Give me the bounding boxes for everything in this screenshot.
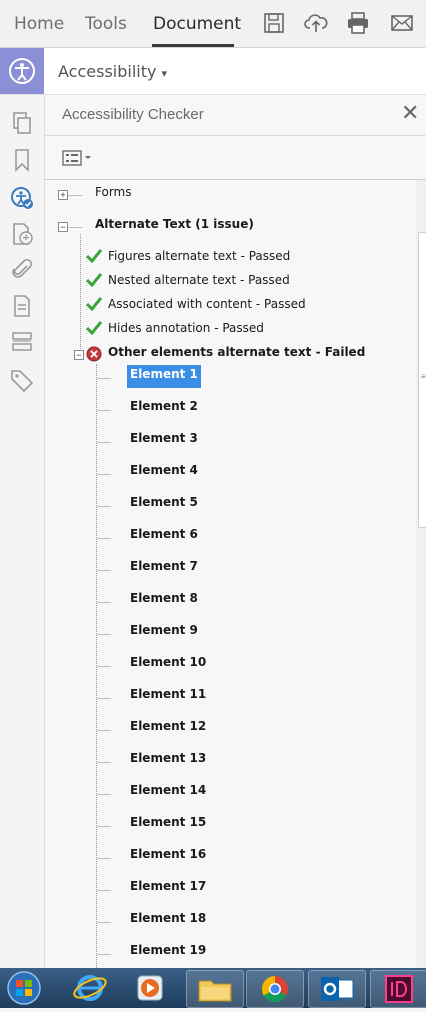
- chrome-icon: [261, 975, 288, 1003]
- cloud-upload-icon[interactable]: [304, 11, 328, 35]
- tree-connector: [97, 922, 111, 923]
- tree-connector: [97, 634, 111, 635]
- check-figures-alt-text[interactable]: Figures alternate text - Passed: [108, 249, 290, 263]
- tree-connector: [97, 954, 111, 955]
- tree-node-element[interactable]: Element 15: [127, 813, 209, 831]
- media-player-icon: [137, 975, 163, 1001]
- options-menu-button[interactable]: [62, 149, 94, 167]
- mail-icon[interactable]: [390, 11, 414, 35]
- check-nested-alt-text[interactable]: Nested alternate text - Passed: [108, 273, 290, 287]
- active-tab-underline: [152, 44, 234, 47]
- scroll-grip-icon: ≡: [421, 372, 426, 381]
- indesign-button[interactable]: [370, 970, 426, 1008]
- tree-node-element[interactable]: Element 5: [127, 493, 201, 511]
- tree-connector: [97, 378, 111, 379]
- tree-node-element[interactable]: Element 14: [127, 781, 209, 799]
- save-icon[interactable]: [262, 11, 286, 35]
- tree-connector: [97, 730, 111, 731]
- internet-explorer-button[interactable]: [64, 970, 120, 1006]
- tree-connector: [97, 826, 111, 827]
- tree-connector: [97, 666, 111, 667]
- tags-icon[interactable]: [9, 367, 35, 393]
- tree-node-element[interactable]: Element 18: [127, 909, 209, 927]
- tree-node-element[interactable]: Element 7: [127, 557, 201, 575]
- accessibility-icon: [9, 58, 35, 84]
- pages-icon[interactable]: [9, 110, 35, 136]
- tree-connector: [97, 602, 111, 603]
- check-passed-icon: [86, 297, 102, 311]
- page-properties-icon[interactable]: [9, 293, 35, 319]
- print-icon[interactable]: [346, 11, 370, 35]
- file-explorer-icon: [198, 980, 232, 1002]
- panel-title-dropdown[interactable]: Accessibility ▾: [58, 62, 167, 81]
- tree-connector: [97, 410, 111, 411]
- check-passed-icon: [86, 321, 102, 335]
- chevron-down-icon: ▾: [161, 67, 168, 80]
- tree-connector: [97, 698, 111, 699]
- internet-explorer-icon: [73, 975, 107, 1001]
- tree-node-element[interactable]: Element 9: [127, 621, 201, 639]
- tree-connector: [97, 570, 111, 571]
- start-button[interactable]: [4, 970, 44, 1006]
- tree-node-element[interactable]: Element 17: [127, 877, 209, 895]
- tree-node-element[interactable]: Element 10: [127, 653, 209, 671]
- options-menu-icon: [62, 150, 91, 166]
- tree-connector: [97, 538, 111, 539]
- tree-node-element[interactable]: Element 11: [127, 685, 209, 703]
- indesign-icon: [385, 975, 413, 1003]
- tree-node-element[interactable]: Element 4: [127, 461, 201, 479]
- tree-node-forms[interactable]: Forms: [95, 185, 131, 199]
- check-associated-content[interactable]: Associated with content - Passed: [108, 297, 306, 311]
- checker-toolbar: [45, 136, 426, 180]
- tree-node-alternate-text[interactable]: Alternate Text (1 issue): [95, 217, 254, 231]
- outlook-button[interactable]: [308, 970, 366, 1008]
- attachment-icon[interactable]: [9, 257, 35, 283]
- check-passed-icon: [86, 273, 102, 287]
- accessibility-tool-button[interactable]: [0, 48, 44, 94]
- checker-title: Accessibility Checker: [62, 106, 204, 123]
- tab-document[interactable]: Document: [153, 14, 241, 34]
- expand-forms-button[interactable]: +: [58, 190, 68, 200]
- accessibility-check-icon[interactable]: [9, 185, 35, 211]
- check-other-elements-alt-text[interactable]: Other elements alternate text - Failed: [108, 345, 365, 359]
- file-explorer-button[interactable]: [186, 970, 244, 1008]
- panel-title-label: Accessibility: [58, 62, 157, 81]
- tab-tools[interactable]: Tools: [85, 14, 127, 34]
- tree-connector: [97, 506, 111, 507]
- content-icon[interactable]: [9, 329, 35, 355]
- chrome-button[interactable]: [246, 970, 304, 1008]
- collapse-alt-text-button[interactable]: −: [58, 222, 68, 232]
- tree-node-element[interactable]: Element 16: [127, 845, 209, 863]
- tree-node-element[interactable]: Element 12: [127, 717, 209, 735]
- tree-connector: [97, 794, 111, 795]
- tree-connector: [97, 762, 111, 763]
- tree-node-element[interactable]: Element 3: [127, 429, 201, 447]
- media-player-button[interactable]: [124, 970, 180, 1006]
- accessibility-tree: + Forms − Alternate Text (1 issue) Figur…: [45, 180, 416, 968]
- tree-node-element[interactable]: Element 2: [127, 397, 201, 415]
- tab-home[interactable]: Home: [14, 14, 64, 34]
- bookmark-icon[interactable]: [9, 147, 35, 173]
- collapse-failed-button[interactable]: −: [74, 350, 84, 360]
- outlook-icon: [321, 977, 354, 1001]
- tree-connector: [97, 858, 111, 859]
- tree-connector: [97, 442, 111, 443]
- tree-node-element[interactable]: Element 1: [127, 365, 201, 388]
- windows-logo-icon: [7, 971, 41, 1005]
- close-icon[interactable]: ✕: [401, 101, 419, 126]
- tree-connector: [97, 890, 111, 891]
- tree-node-element[interactable]: Element 8: [127, 589, 201, 607]
- check-hides-annotation[interactable]: Hides annotation - Passed: [108, 321, 264, 335]
- tree-connector: [97, 474, 111, 475]
- check-failed-icon: [86, 346, 102, 362]
- tree-node-element[interactable]: Element 13: [127, 749, 209, 767]
- tree-node-element[interactable]: Element 19: [127, 941, 209, 959]
- left-navigation-rail: [0, 95, 45, 968]
- check-passed-icon: [86, 249, 102, 263]
- tree-node-element[interactable]: Element 6: [127, 525, 201, 543]
- reading-order-icon[interactable]: [9, 221, 35, 247]
- top-tab-bar: Home Tools Document: [0, 0, 426, 48]
